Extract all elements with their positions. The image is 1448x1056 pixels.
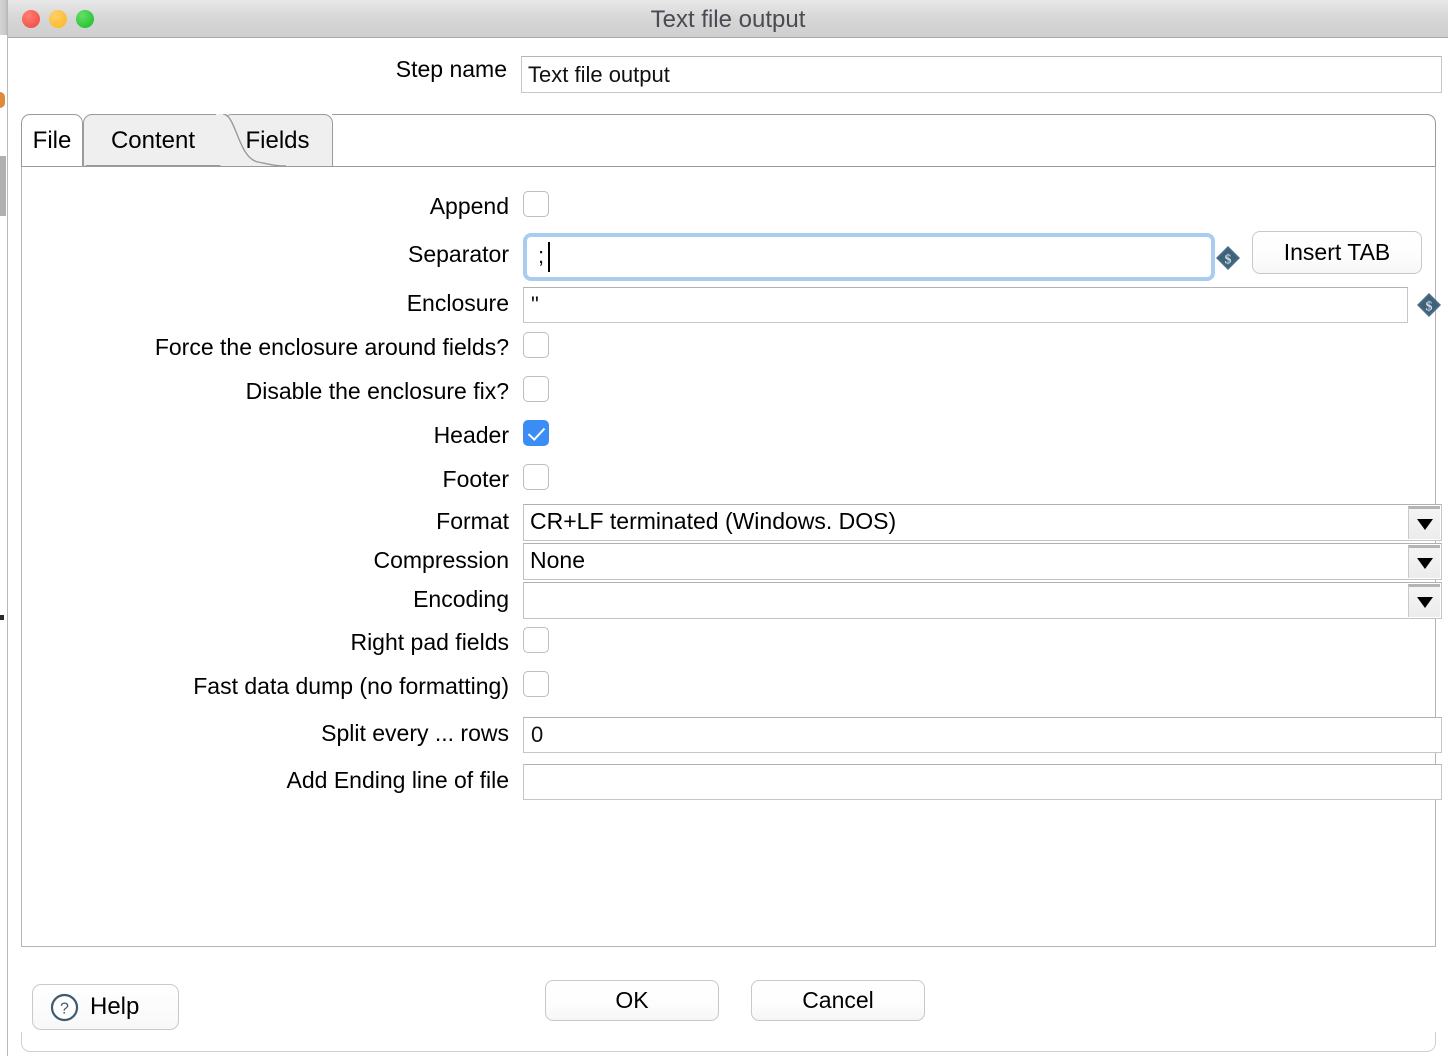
row-header: Header [22, 414, 1435, 458]
dollar-variable-icon[interactable]: $ [1215, 245, 1241, 271]
step-name-input[interactable] [521, 56, 1442, 93]
ok-button[interactable]: OK [545, 980, 719, 1021]
header-checkbox[interactable] [523, 420, 549, 446]
row-ending-line: Add Ending line of file [22, 756, 1442, 803]
enclosure-label: Enclosure [406, 290, 509, 316]
tab-content[interactable]: Content [83, 114, 223, 167]
force-enclosure-label: Force the enclosure around fields? [154, 334, 509, 360]
row-separator: Separator ; $ Insert TAB [22, 229, 1435, 281]
background-window-scrollbar [0, 156, 6, 216]
tab-strip-filler [332, 114, 1436, 167]
enclosure-variable-icon-wrap[interactable]: $ [1416, 292, 1442, 323]
background-window-dot [0, 615, 4, 620]
chevron-down-icon[interactable] [1408, 545, 1440, 578]
question-mark-icon: ? [50, 993, 79, 1021]
row-compression: Compression None [22, 541, 1442, 580]
content-form: Append Separator ; $ Insert TAB Enclosur… [22, 185, 1442, 803]
split-rows-input[interactable] [523, 717, 1442, 753]
svg-text:$: $ [1426, 300, 1433, 315]
compression-label: Compression [373, 547, 510, 573]
disable-enclosure-fix-checkbox[interactable] [523, 376, 549, 402]
step-name-row: Step name [8, 38, 1442, 104]
force-enclosure-checkbox[interactable] [523, 332, 549, 358]
ending-line-input[interactable] [523, 764, 1442, 800]
tab-file[interactable]: File [21, 114, 83, 167]
row-force-enclosure: Force the enclosure around fields? [22, 326, 1435, 370]
tab-folder: File Content Fields Append Separator ; $… [21, 112, 1442, 947]
compression-dropdown[interactable]: None [523, 543, 1442, 580]
svg-text:?: ? [60, 1000, 69, 1017]
row-right-pad: Right pad fields [22, 621, 1435, 665]
footer-label: Footer [442, 466, 509, 492]
tab-fields[interactable]: Fields [223, 114, 333, 167]
insert-tab-button[interactable]: Insert TAB [1252, 231, 1422, 274]
row-enclosure: Enclosure $ [22, 279, 1441, 326]
encoding-label: Encoding [413, 586, 509, 612]
row-append: Append [22, 185, 1435, 229]
separator-variable-icon-wrap[interactable]: $ [1215, 245, 1241, 276]
footer-checkbox[interactable] [523, 464, 549, 490]
compression-value: None [530, 547, 585, 573]
title-bar: Text file output [8, 0, 1448, 38]
enclosure-input[interactable] [523, 287, 1408, 323]
window-title: Text file output [650, 6, 806, 33]
separator-value: ; [538, 243, 545, 268]
chevron-down-icon[interactable] [1408, 584, 1440, 617]
row-disable-fix: Disable the enclosure fix? [22, 370, 1435, 414]
disable-enclosure-fix-label: Disable the enclosure fix? [245, 378, 509, 404]
separator-label: Separator [407, 241, 509, 267]
dialog-button-bar: ? Help OK Cancel [21, 963, 1436, 1043]
help-button[interactable]: ? Help [32, 984, 179, 1030]
dollar-variable-icon[interactable]: $ [1416, 292, 1442, 318]
encoding-dropdown[interactable] [523, 582, 1442, 619]
format-value: CR+LF terminated (Windows. DOS) [530, 508, 897, 534]
header-label: Header [433, 422, 509, 448]
format-dropdown[interactable]: CR+LF terminated (Windows. DOS) [523, 504, 1442, 541]
row-encoding: Encoding [22, 580, 1442, 621]
text-caret [548, 242, 550, 272]
tab-panel-content: Append Separator ; $ Insert TAB Enclosur… [21, 167, 1442, 947]
step-name-label: Step name [395, 56, 507, 82]
separator-input-inner: ; [528, 238, 1210, 276]
row-split-rows: Split every ... rows [22, 709, 1442, 756]
separator-input-focus-ring: ; [523, 233, 1215, 281]
row-format: Format CR+LF terminated (Windows. DOS) [22, 502, 1442, 541]
svg-text:$: $ [1225, 253, 1232, 268]
dialog-window: Text file output Step name File Content … [7, 0, 1448, 1056]
fast-data-dump-label: Fast data dump (no formatting) [193, 673, 509, 699]
fast-data-dump-checkbox[interactable] [523, 671, 549, 697]
row-fast-dump: Fast data dump (no formatting) [22, 665, 1435, 709]
row-footer: Footer [22, 458, 1435, 502]
text-file-output-dialog: Text file output Step name File Content … [0, 0, 1448, 1056]
cancel-button[interactable]: Cancel [751, 980, 925, 1021]
chevron-down-icon[interactable] [1408, 506, 1440, 539]
background-window-marker [0, 92, 5, 108]
right-pad-label: Right pad fields [350, 629, 509, 655]
right-pad-checkbox[interactable] [523, 627, 549, 653]
split-rows-label: Split every ... rows [321, 720, 509, 746]
tab-strip: File Content Fields [21, 112, 1436, 168]
append-label: Append [429, 193, 509, 219]
format-label: Format [436, 508, 509, 534]
append-checkbox[interactable] [523, 191, 549, 217]
help-button-label: Help [90, 993, 140, 1020]
ending-line-label: Add Ending line of file [286, 767, 510, 793]
